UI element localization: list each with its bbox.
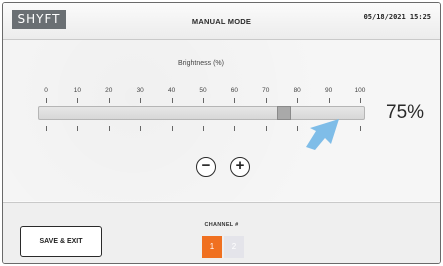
scale-tick: [140, 98, 142, 103]
scale-tick: [265, 126, 267, 131]
scale-tick: [234, 98, 236, 103]
scale-tick: [46, 126, 47, 131]
scale-tick: [171, 98, 173, 103]
scale-label: 20: [105, 87, 113, 94]
scale-label: 100: [354, 87, 366, 94]
plus-circle-icon: +: [235, 157, 245, 174]
footer-bar: SAVE & EXIT CHANNEL # 1 2: [3, 202, 440, 263]
header-bar: SHYFT MANUAL MODE 05/18/2021 15:25: [3, 3, 440, 40]
increase-button[interactable]: +: [230, 157, 250, 177]
scale-tick: [234, 126, 236, 131]
save-and-exit-button[interactable]: SAVE & EXIT: [20, 226, 102, 257]
brightness-panel: Brightness (%) 0 10 20 30 40 50 60 70 80 90 100 75…: [3, 40, 440, 201]
slider-thumb[interactable]: [276, 106, 291, 120]
scale-label: 10: [73, 87, 81, 94]
touchscreen-panel: SHYFT MANUAL MODE 05/18/2021 15:25 Brigh…: [2, 2, 441, 264]
scale-label: 90: [324, 87, 333, 94]
brightness-label: Brightness (%): [178, 60, 224, 67]
date-time: 05/18/2021 15:25: [363, 13, 431, 21]
channel-label: CHANNEL #: [204, 222, 239, 228]
scale-label: 80: [293, 87, 301, 94]
scale-label: 30: [136, 87, 144, 94]
scale-tick: [46, 98, 47, 103]
minus-circle-icon: −: [201, 157, 211, 174]
scale-tick: [360, 98, 361, 103]
scale-tick: [203, 98, 204, 103]
scale-tick: [297, 98, 299, 103]
scale-label: 0: [44, 87, 48, 94]
scale-label: 60: [230, 87, 238, 94]
scale-tick: [265, 98, 267, 103]
scale-tick: [108, 126, 110, 131]
scale-tick: [77, 98, 79, 103]
scale-tick: [77, 126, 79, 131]
scale-tick: [171, 126, 173, 131]
channel-1-button[interactable]: 1: [202, 236, 222, 258]
scale-tick: [328, 98, 330, 103]
scale-tick: [140, 126, 142, 131]
scale-tick: [297, 126, 299, 131]
scale-tick: [108, 98, 110, 103]
decrease-button[interactable]: −: [196, 157, 216, 177]
scale-label: 50: [199, 87, 207, 94]
scale-label: 70: [262, 87, 270, 94]
brightness-value: 75%: [386, 102, 425, 123]
scale-tick: [203, 126, 204, 131]
channel-2-button[interactable]: 2: [224, 236, 244, 258]
arrow-pointer-icon: [306, 119, 339, 150]
scale-label: 40: [167, 87, 176, 94]
scale-tick: [360, 126, 361, 131]
